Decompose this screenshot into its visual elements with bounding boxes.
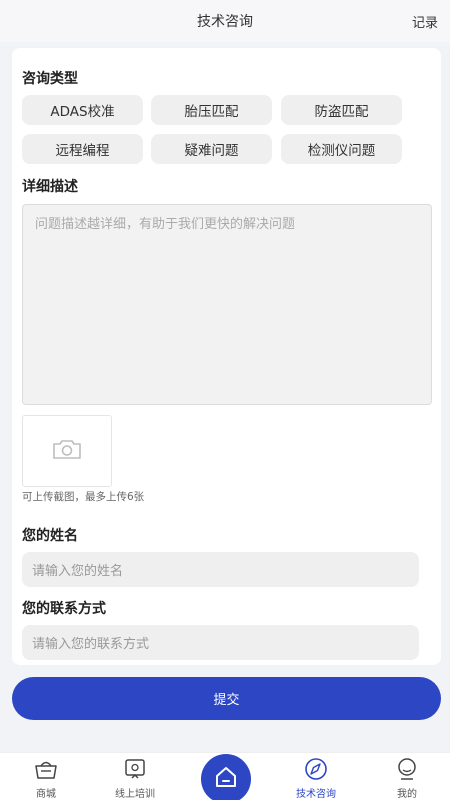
- chip-adas[interactable]: ADAS校准: [22, 95, 143, 125]
- chip-tire-pressure[interactable]: 胎压匹配: [151, 95, 272, 125]
- training-icon: [122, 757, 148, 781]
- chip-difficult-issue[interactable]: 疑难问题: [151, 134, 272, 164]
- name-label: 您的姓名: [22, 528, 78, 544]
- camera-icon: [51, 438, 83, 464]
- tab-tech-consult[interactable]: 技术咨询: [281, 757, 351, 800]
- consult-form-card: 咨询类型 ADAS校准 胎压匹配 防盗匹配 远程编程 疑难问题 检测仪问题 详细…: [12, 48, 441, 665]
- tab-shop-label: 商城: [36, 789, 56, 800]
- tab-training-label: 线上培训: [115, 789, 155, 800]
- detail-textarea[interactable]: 问题描述越详细，有助于我们更快的解决问题: [22, 204, 432, 405]
- name-placeholder: 请输入您的姓名: [32, 564, 124, 579]
- profile-icon: [394, 757, 420, 781]
- chip-anti-theft[interactable]: 防盗匹配: [281, 95, 402, 125]
- chip-remote-programming[interactable]: 远程编程: [22, 134, 143, 164]
- upload-hint: 可上传截图，最多上传6张: [22, 491, 145, 503]
- tab-shop[interactable]: 商城: [11, 757, 81, 800]
- top-bar: 技术咨询 记录: [0, 0, 450, 42]
- record-link[interactable]: 记录: [412, 12, 438, 31]
- tab-training[interactable]: 线上培训: [100, 757, 170, 800]
- page-title: 技术咨询: [197, 14, 253, 30]
- contact-input[interactable]: 请输入您的联系方式: [22, 625, 419, 660]
- compass-icon: [303, 757, 329, 781]
- tab-home[interactable]: [201, 754, 251, 800]
- detail-placeholder: 问题描述越详细，有助于我们更快的解决问题: [35, 217, 296, 232]
- tab-mine-label: 我的: [397, 789, 417, 800]
- consult-type-label: 咨询类型: [22, 71, 78, 87]
- submit-button[interactable]: 提交: [12, 677, 441, 720]
- tab-tech-consult-label: 技术咨询: [296, 789, 336, 800]
- home-icon: [213, 765, 239, 793]
- chip-diagnostic-tool[interactable]: 检测仪问题: [281, 134, 402, 164]
- upload-image-button[interactable]: [22, 415, 112, 487]
- shop-basket-icon: [33, 757, 59, 781]
- tab-mine[interactable]: 我的: [372, 757, 442, 800]
- contact-placeholder: 请输入您的联系方式: [32, 637, 150, 652]
- detail-label: 详细描述: [22, 179, 78, 195]
- contact-label: 您的联系方式: [22, 601, 106, 617]
- name-input[interactable]: 请输入您的姓名: [22, 552, 419, 587]
